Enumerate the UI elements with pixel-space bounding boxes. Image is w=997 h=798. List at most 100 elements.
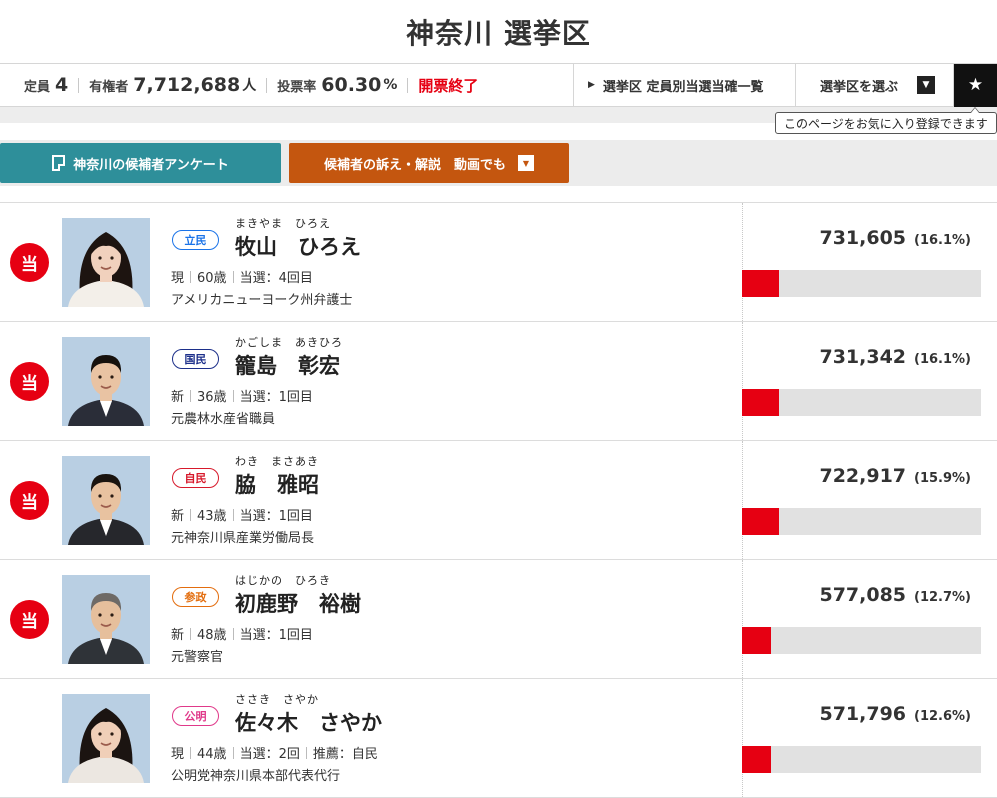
elected-badge: 当 bbox=[10, 481, 49, 520]
triangle-right-icon: ▶ bbox=[588, 80, 595, 90]
divider bbox=[190, 746, 192, 759]
voters-value: 7,712,688 bbox=[133, 74, 241, 96]
vote-number: 722,917 bbox=[819, 465, 907, 487]
winners-list-label: 選挙区 定員別当選当確一覧 bbox=[602, 79, 764, 95]
survey-button-label: 神奈川の候補者アンケート bbox=[73, 157, 229, 173]
candidate-meta: 現 44歳 当選：2回 推薦：自民 bbox=[171, 743, 378, 762]
candidate-row[interactable]: 当 自民 わき まさあき脇 雅昭新 43歳 当選：1回目 元神奈川県産業労働局長 722,9… bbox=[0, 441, 997, 560]
candidate-row[interactable]: 当 国民 かごしま あきひろ籠島 彰宏新 36歳 当選：1回目元農林水産省職員 731,3… bbox=[0, 322, 997, 441]
portrait-photo bbox=[62, 694, 150, 783]
count-status: 開票終了 bbox=[418, 76, 479, 95]
page-header: 神奈川 選挙区 bbox=[0, 0, 997, 64]
meta-item: 44歳 bbox=[197, 747, 227, 762]
divider bbox=[232, 389, 234, 402]
portrait-photo bbox=[62, 337, 150, 426]
column-divider bbox=[742, 441, 743, 559]
candidate-name: 初鹿野 裕樹 bbox=[235, 592, 361, 616]
party-badge: 参政 bbox=[172, 587, 219, 607]
turnout-value: 60.30 bbox=[321, 74, 382, 96]
vote-count: 731,605 (16.1%) bbox=[819, 227, 971, 249]
vote-bar-track bbox=[742, 627, 981, 654]
divider bbox=[190, 389, 192, 402]
elected-badge: 当 bbox=[10, 362, 49, 401]
vote-bar-fill bbox=[742, 508, 779, 535]
candidate-photo bbox=[62, 337, 150, 426]
candidate-row[interactable]: 当 立民 まきやま ひろえ 牧山 ひろえ現 60歳 当選：4回目 アメリカニューヨーク州弁護… bbox=[0, 203, 997, 322]
candidate-photo bbox=[62, 218, 150, 307]
video-button-label: 候補者の訴え・解説 動画でも bbox=[323, 157, 506, 173]
candidate-career: 元農林水産省職員 bbox=[171, 412, 276, 427]
voters-unit: 人 bbox=[242, 78, 257, 94]
candidate-name: 脇 雅昭 bbox=[235, 473, 319, 497]
vote-bar-track bbox=[742, 746, 981, 773]
candidate-kana: まきやま ひろえ bbox=[235, 217, 331, 230]
divider bbox=[232, 746, 234, 759]
meta-item: 当選：1回目 bbox=[239, 509, 313, 524]
party-badge: 立民 bbox=[172, 230, 219, 250]
portrait-photo bbox=[62, 575, 150, 664]
favorite-tooltip: このページをお気に入り登録できます bbox=[775, 107, 997, 134]
elected-badge: 当 bbox=[10, 600, 49, 639]
column-divider bbox=[742, 203, 743, 321]
portrait-photo bbox=[62, 456, 150, 545]
vote-count: 722,917 (15.9%) bbox=[819, 465, 971, 487]
candidate-row[interactable]: 公明 ささき さやか 佐々木 さやか現 44歳 当選：2回 推薦：自民 公明党神奈川県本部代… bbox=[0, 679, 997, 798]
candidate-name: 籠島 彰宏 bbox=[235, 354, 340, 378]
winners-list-link[interactable]: ▶ 選挙区 定員別当選当確一覧 bbox=[574, 64, 796, 106]
party-badge: 自民 bbox=[172, 468, 219, 488]
vote-bar-fill bbox=[742, 270, 780, 297]
meta-item: 48歳 bbox=[197, 628, 227, 643]
candidate-row[interactable]: 当 参政 はじかの ひろき 初鹿野 裕樹新 48歳 当選：1回目 元警察官 577,085 (1… bbox=[0, 560, 997, 679]
party-badge: 国民 bbox=[172, 349, 219, 369]
candidate-photo bbox=[62, 575, 150, 664]
district-select-label: 選挙区を選ぶ bbox=[820, 79, 899, 95]
vote-number: 571,796 bbox=[819, 703, 907, 725]
vote-bar-fill bbox=[742, 627, 772, 654]
vote-percent: (12.6%) bbox=[914, 709, 971, 724]
vote-number: 731,605 bbox=[819, 227, 907, 249]
election-stats: 定員 4 有権者 7,712,688 人 投票率 60.30 % 開票終了 bbox=[0, 64, 574, 106]
vote-bar-track bbox=[742, 270, 981, 297]
candidate-name: 佐々木 さやか bbox=[235, 711, 382, 735]
document-icon bbox=[52, 155, 66, 171]
divider bbox=[78, 77, 80, 93]
candidate-kana: はじかの ひろき bbox=[235, 574, 331, 587]
elected-badge: 当 bbox=[10, 243, 49, 282]
meta-item: 当選：1回目 bbox=[239, 628, 313, 643]
meta-item: 36歳 bbox=[197, 390, 227, 405]
divider bbox=[190, 508, 192, 521]
stats-bar: 定員 4 有権者 7,712,688 人 投票率 60.30 % 開票終了 ▶ … bbox=[0, 63, 997, 107]
survey-button[interactable]: 神奈川の候補者アンケート bbox=[0, 143, 281, 183]
party-badge: 公明 bbox=[172, 706, 219, 726]
meta-item: 新 bbox=[171, 390, 185, 405]
column-divider bbox=[742, 679, 743, 797]
portrait-photo bbox=[62, 218, 150, 307]
turnout-unit: % bbox=[383, 77, 398, 93]
candidate-list: 当 立民 まきやま ひろえ 牧山 ひろえ現 60歳 当選：4回目 アメリカニューヨーク州弁護… bbox=[0, 202, 997, 798]
meta-item: 現 bbox=[171, 271, 185, 286]
candidate-photo bbox=[62, 456, 150, 545]
column-divider bbox=[742, 560, 743, 678]
column-divider bbox=[742, 322, 743, 440]
vote-percent: (15.9%) bbox=[914, 471, 971, 486]
vote-percent: (12.7%) bbox=[914, 590, 971, 605]
vote-count: 577,085 (12.7%) bbox=[819, 584, 971, 606]
meta-item: 60歳 bbox=[197, 271, 227, 286]
candidate-meta: 新 36歳 当選：1回目 bbox=[171, 386, 313, 405]
vote-percent: (16.1%) bbox=[914, 352, 971, 367]
meta-item: 当選：1回目 bbox=[239, 390, 313, 405]
district-select[interactable]: 選挙区を選ぶ ▼ bbox=[796, 64, 954, 106]
candidate-meta: 新 48歳 当選：1回目 bbox=[171, 624, 313, 643]
video-button[interactable]: 候補者の訴え・解説 動画でも ▼ bbox=[289, 143, 569, 183]
meta-item: 新 bbox=[171, 509, 185, 524]
favorite-button[interactable]: ★ bbox=[954, 63, 997, 107]
meta-item: 当選：2回 bbox=[239, 747, 300, 762]
candidate-photo bbox=[62, 694, 150, 783]
candidate-career: 元神奈川県産業労働局長 bbox=[171, 531, 315, 546]
vote-number: 731,342 bbox=[819, 346, 907, 368]
turnout-label: 投票率 bbox=[277, 79, 317, 95]
candidate-meta: 現 60歳 当選：4回目 bbox=[171, 267, 313, 286]
divider bbox=[232, 627, 234, 640]
candidate-kana: かごしま あきひろ bbox=[235, 336, 343, 349]
divider bbox=[190, 270, 192, 283]
